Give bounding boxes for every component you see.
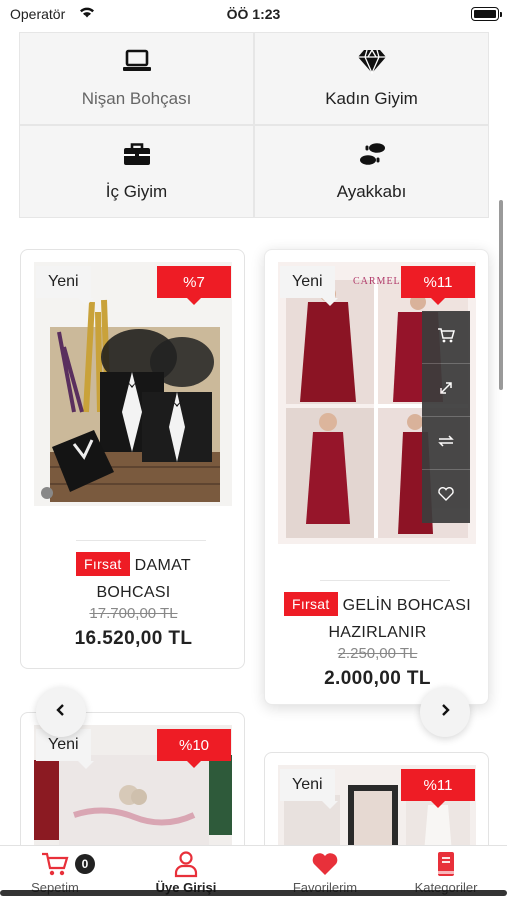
cart-count-badge: 0 (75, 854, 95, 874)
deal-tag: Fırsat (76, 552, 130, 576)
product-name-line1: GELİN BOHCASI (342, 597, 471, 614)
price: 16.520,00 TL (74, 628, 193, 649)
compare-icon (437, 433, 455, 454)
add-to-cart-button[interactable] (422, 311, 470, 364)
laptop-icon (122, 48, 152, 79)
category-kadin-giyim[interactable]: Kadın Giyim (255, 33, 488, 124)
cart-icon (437, 327, 455, 348)
product-name[interactable]: Fırsat DAMAT BOHCASI (29, 552, 238, 606)
new-badge: Yeni (280, 266, 338, 306)
carousel-next-button[interactable] (420, 687, 470, 737)
quick-actions (422, 311, 470, 523)
status-bar: Operatör ÖÖ 1:23 (0, 0, 507, 28)
tab-favorites[interactable]: Favorilerim (270, 850, 380, 895)
old-price: 17.700,00 TL (89, 605, 178, 622)
product-name-line1: DAMAT (134, 557, 191, 574)
category-label: Kadın Giyim (325, 89, 418, 108)
chevron-right-icon (439, 703, 451, 722)
new-badge: Yeni (280, 769, 338, 809)
clock: ÖÖ 1:23 (226, 6, 281, 22)
expand-icon (438, 380, 454, 401)
product-name-line2: BOHCASI (96, 584, 171, 601)
home-indicator (0, 890, 507, 896)
category-label: İç Giyim (105, 182, 168, 201)
category-ic-giyim[interactable]: İç Giyim (20, 126, 253, 217)
category-label: Ayakkabı (336, 182, 407, 201)
tab-login[interactable]: Üye Girişi (131, 850, 241, 895)
divider (76, 540, 206, 541)
divider (320, 580, 450, 581)
battery-icon (471, 7, 502, 21)
old-price: 2.250,00 TL (337, 645, 418, 662)
heart-icon (437, 486, 455, 507)
discount-badge: %11 (401, 266, 475, 305)
chevron-left-icon (55, 703, 67, 722)
footprints-icon (357, 141, 387, 172)
category-grid: Nişan Bohçası Kadın Giyim İç Giyim Ayakk… (19, 32, 489, 218)
price: 2.000,00 TL (324, 668, 431, 689)
discount-badge: %11 (401, 769, 475, 808)
tab-categories[interactable]: Kategoriler (391, 850, 501, 895)
user-icon (131, 850, 241, 878)
diamond-icon (357, 48, 387, 79)
book-icon (391, 850, 501, 878)
tab-cart[interactable]: Sepetim (0, 850, 110, 895)
product-card[interactable]: Yeni %7 Fırsat DAMAT BOHCASI 17.700,00 TL… (20, 249, 245, 669)
category-nisan-bohcasi[interactable]: Nişan Bohçası (20, 33, 253, 124)
heart-icon (270, 850, 380, 878)
category-label: Nişan Bohçası (81, 89, 192, 108)
quick-view-button[interactable] (422, 364, 470, 417)
product-name[interactable]: Fırsat GELİN BOHCASI HAZIRLANIR (271, 592, 484, 646)
briefcase-icon (122, 141, 152, 172)
carousel-prev-button[interactable] (36, 687, 86, 737)
discount-badge: %10 (157, 729, 231, 768)
discount-badge: %7 (157, 266, 231, 305)
product-name-line2: HAZIRLANIR (328, 624, 427, 641)
product-image[interactable] (34, 262, 232, 506)
new-badge: Yeni (36, 266, 94, 306)
add-to-favorites-button[interactable] (422, 470, 470, 523)
deal-tag: Fırsat (284, 592, 338, 616)
compare-button[interactable] (422, 417, 470, 470)
category-ayakkabi[interactable]: Ayakkabı (255, 126, 488, 217)
scroll-indicator[interactable] (499, 200, 503, 390)
